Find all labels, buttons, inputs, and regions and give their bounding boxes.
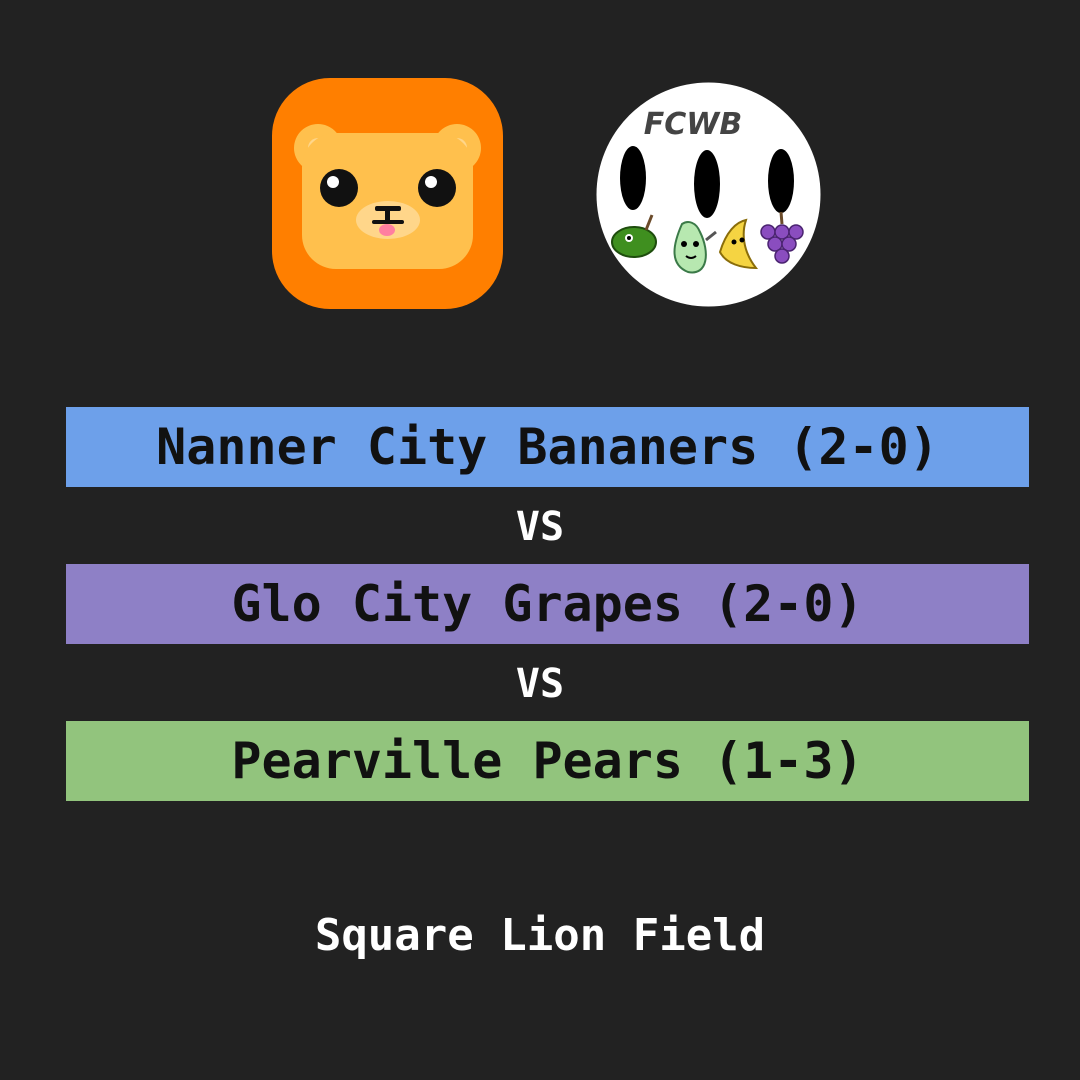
vs-separator: VS xyxy=(515,504,565,550)
team-name: Glo City Grapes (2-0) xyxy=(231,575,864,633)
venue-name: Square Lion Field xyxy=(314,910,766,961)
vs-separator: VS xyxy=(515,661,565,707)
team-name: Nanner City Bananers (2-0) xyxy=(156,418,939,476)
fcwb-badge-icon: FCWB xyxy=(596,82,821,307)
team-bar-nanner-city-bananers: Nanner City Bananers (2-0) xyxy=(66,407,1029,487)
lion-face-icon xyxy=(272,78,503,309)
team-bar-glo-city-grapes: Glo City Grapes (2-0) xyxy=(66,564,1029,644)
team-name: Pearville Pears (1-3) xyxy=(231,732,864,790)
team-bar-pearville-pears: Pearville Pears (1-3) xyxy=(66,721,1029,801)
fcwb-badge-text: FCWB xyxy=(644,107,742,142)
matchup-card: FCWB Nanner City Bananers (2-0) VS Glo C… xyxy=(0,0,1080,1080)
